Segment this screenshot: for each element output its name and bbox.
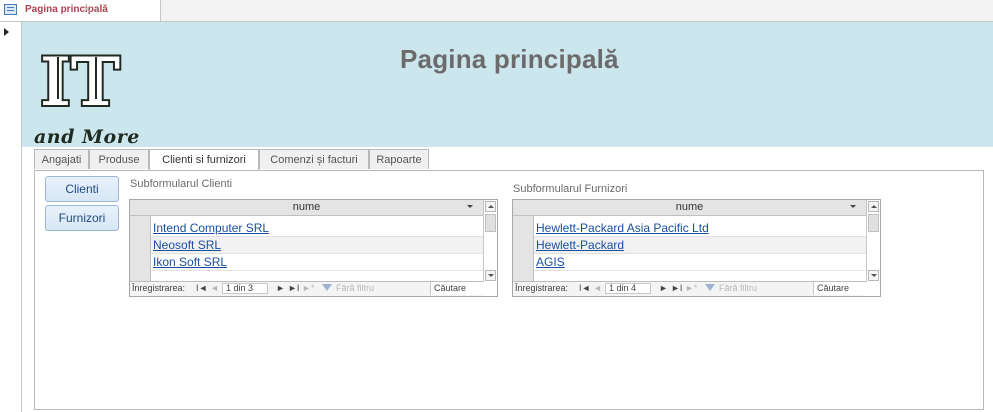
supplier-name-link[interactable]: Hewlett-Packard Asia Pacific Ltd	[536, 221, 709, 235]
subform-clienti-label: Subformularul Clienti	[130, 178, 233, 190]
table-row[interactable]: Intend Computer SRL	[151, 220, 483, 237]
filter-icon	[705, 284, 715, 291]
current-record-field[interactable]: 1 din 4	[605, 283, 651, 294]
tab-label: Produse	[98, 154, 140, 166]
table-row[interactable]: Hewlett-Packard Asia Pacific Ltd	[534, 220, 866, 237]
tab-label: Clienti si furnizori	[162, 154, 246, 166]
table-row[interactable]: Hewlett-Packard	[534, 237, 866, 254]
supplier-name-link[interactable]: AGIS	[536, 255, 565, 269]
previous-record-icon[interactable]: ◄	[210, 283, 219, 293]
previous-record-icon[interactable]: ◄	[593, 283, 602, 293]
record-label: Înregistrarea:	[515, 283, 569, 293]
record-navigation-bar: Înregistrarea: I◄ ◄ 1 din 3 ► ►I ►* Fără…	[130, 281, 484, 296]
vertical-scrollbar[interactable]	[483, 200, 497, 282]
first-record-icon[interactable]: I◄	[579, 283, 590, 293]
sort-dropdown-icon[interactable]	[467, 205, 473, 208]
furnizori-button[interactable]: Furnizori	[45, 205, 119, 231]
record-navigation-bar: Înregistrarea: I◄ ◄ 1 din 4 ► ►I ►* Fără…	[513, 281, 867, 296]
row-selector-column[interactable]	[513, 216, 534, 282]
scroll-up-icon[interactable]	[868, 201, 879, 212]
subform-furnizori-datasheet: nume Hewlett-Packard Asia Pacific Ltd He…	[512, 199, 881, 297]
last-record-icon[interactable]: ►I	[671, 283, 682, 293]
page-title: Pagina principală	[400, 44, 619, 74]
tab-angajati[interactable]: Angajati	[34, 149, 89, 169]
tab-label: Angajati	[41, 154, 82, 166]
supplier-name-link[interactable]: Hewlett-Packard	[536, 238, 624, 252]
logo-text: IT	[40, 47, 120, 121]
row-selector-column[interactable]	[130, 216, 151, 282]
client-name-link[interactable]: Ikon Soft SRL	[153, 255, 227, 269]
filter-icon	[322, 284, 332, 291]
sort-dropdown-icon[interactable]	[850, 205, 856, 208]
next-record-icon[interactable]: ►	[659, 283, 668, 293]
scroll-down-icon[interactable]	[868, 270, 879, 281]
filter-toggle[interactable]: Fără filtru	[336, 283, 374, 293]
client-name-link[interactable]: Intend Computer SRL	[153, 221, 269, 235]
form-header	[22, 22, 993, 147]
table-row[interactable]: AGIS	[534, 254, 866, 271]
filter-toggle[interactable]: Fără filtru	[719, 283, 757, 293]
first-record-icon[interactable]: I◄	[196, 283, 207, 293]
scroll-thumb[interactable]	[485, 214, 496, 232]
document-tab-title: Pagina principală	[25, 4, 108, 15]
record-selector[interactable]	[0, 22, 22, 412]
table-row[interactable]: Ikon Soft SRL	[151, 254, 483, 271]
tab-clienti-si-furnizori[interactable]: Clienti si furnizori	[149, 149, 259, 171]
subform-clienti-datasheet: nume Intend Computer SRL Neosoft SRL Iko…	[129, 199, 498, 297]
document-tab[interactable]: Pagina principală ✕	[0, 0, 161, 21]
last-record-icon[interactable]: ►I	[288, 283, 299, 293]
next-record-icon[interactable]: ►	[276, 283, 285, 293]
tab-produse[interactable]: Produse	[89, 149, 149, 169]
tab-comenzi-si-facturi[interactable]: Comenzi și facturi	[259, 149, 369, 169]
column-header-nume[interactable]: nume	[130, 200, 483, 216]
form-icon	[4, 4, 17, 15]
new-record-icon[interactable]: ►*	[685, 283, 697, 293]
client-name-link[interactable]: Neosoft SRL	[153, 238, 221, 252]
current-record-field[interactable]: 1 din 3	[222, 283, 268, 294]
document-tab-strip: Pagina principală ✕	[0, 0, 993, 22]
subform-furnizori-label: Subformularul Furnizori	[513, 183, 628, 195]
logo-caption: and More	[34, 126, 140, 148]
scroll-down-icon[interactable]	[485, 270, 496, 281]
column-header-label: nume	[675, 201, 704, 213]
scroll-up-icon[interactable]	[485, 201, 496, 212]
close-icon[interactable]: ✕	[82, 3, 91, 16]
column-header-nume[interactable]: nume	[513, 200, 866, 216]
column-header-label: nume	[292, 201, 321, 213]
record-label: Înregistrarea:	[132, 283, 186, 293]
tab-label: Rapoarte	[376, 154, 422, 166]
table-row[interactable]: Neosoft SRL	[151, 237, 483, 254]
search-input[interactable]: Căutare	[430, 282, 484, 295]
new-record-icon[interactable]: ►*	[302, 283, 314, 293]
vertical-scrollbar[interactable]	[866, 200, 880, 282]
tab-rapoarte[interactable]: Rapoarte	[369, 149, 429, 169]
record-pointer-icon	[4, 28, 9, 36]
tab-label: Comenzi și facturi	[270, 154, 358, 166]
clienti-button[interactable]: Clienti	[45, 176, 119, 202]
search-input[interactable]: Căutare	[813, 282, 867, 295]
scroll-thumb[interactable]	[868, 214, 879, 232]
